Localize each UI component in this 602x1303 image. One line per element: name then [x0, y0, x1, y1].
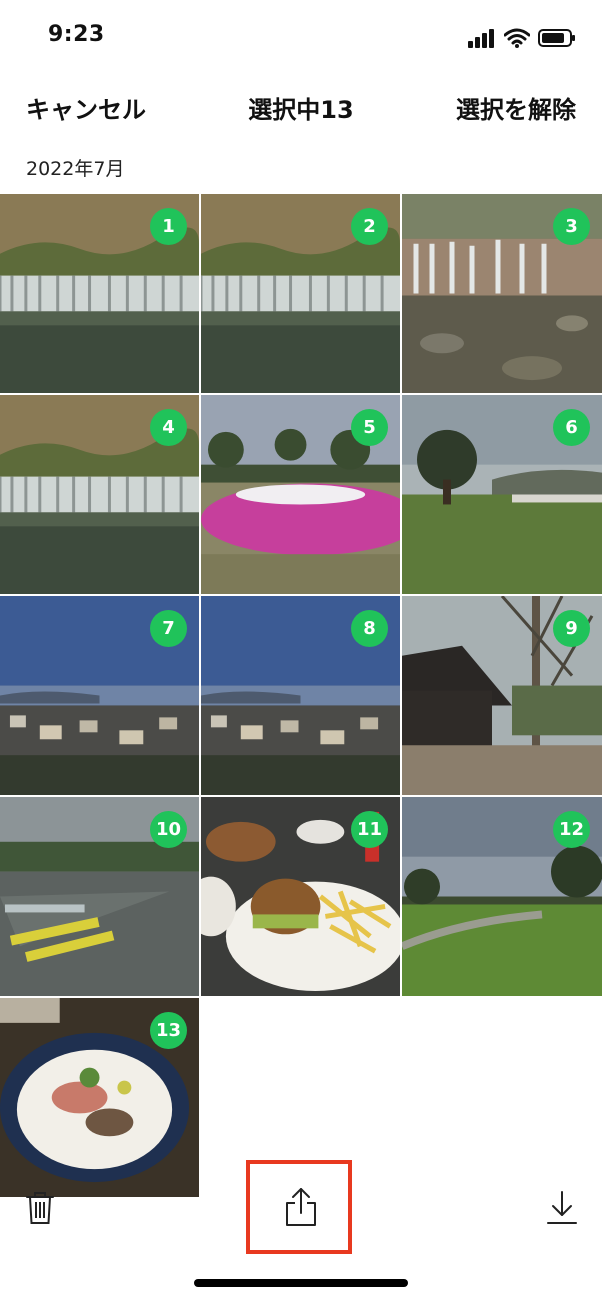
photo-thumbnail[interactable]: 11 [201, 797, 400, 996]
trash-icon[interactable] [24, 1190, 56, 1226]
photo-thumbnail[interactable]: 12 [402, 797, 602, 996]
photo-thumbnail[interactable]: 4 [0, 395, 199, 594]
selection-order-badge: 5 [351, 409, 388, 446]
status-bar: 9:23 [0, 0, 602, 70]
clear-selection-button[interactable]: 選択を解除 [456, 90, 576, 125]
selection-order-badge: 12 [553, 811, 590, 848]
photo-thumbnail[interactable]: 3 [402, 194, 602, 393]
selection-order-badge: 1 [150, 208, 187, 245]
photo-thumbnail[interactable]: 2 [201, 194, 400, 393]
photo-thumbnail[interactable]: 1 [0, 194, 199, 393]
section-date: 2022年7月 [26, 158, 125, 180]
selection-order-badge: 9 [553, 610, 590, 647]
cellular-signal-icon [468, 29, 494, 48]
home-indicator [194, 1279, 408, 1287]
wifi-icon [504, 28, 530, 48]
photo-thumbnail[interactable]: 7 [0, 596, 199, 795]
download-icon[interactable] [545, 1190, 579, 1226]
status-icons [468, 26, 576, 50]
selection-order-badge: 10 [150, 811, 187, 848]
selection-order-badge: 7 [150, 610, 187, 647]
photo-thumbnail[interactable]: 10 [0, 797, 199, 996]
status-time: 9:23 [48, 22, 105, 47]
selection-order-badge: 8 [351, 610, 388, 647]
photo-grid: 1 2 3 4 5 6 7 8 9 10 11 12 13 [0, 194, 602, 1197]
selection-header: キャンセル 選択中13 選択を解除 [0, 80, 602, 136]
battery-icon [538, 29, 575, 47]
selection-order-badge: 2 [351, 208, 388, 245]
photo-thumbnail[interactable]: 8 [201, 596, 400, 795]
share-highlight-box [246, 1160, 352, 1254]
photo-thumbnail[interactable]: 6 [402, 395, 602, 594]
selection-order-badge: 4 [150, 409, 187, 446]
selection-order-badge: 13 [150, 1012, 187, 1049]
selection-order-badge: 11 [351, 811, 388, 848]
selection-order-badge: 6 [553, 409, 590, 446]
selection-order-badge: 3 [553, 208, 590, 245]
photo-thumbnail[interactable]: 9 [402, 596, 602, 795]
photo-thumbnail[interactable]: 5 [201, 395, 400, 594]
